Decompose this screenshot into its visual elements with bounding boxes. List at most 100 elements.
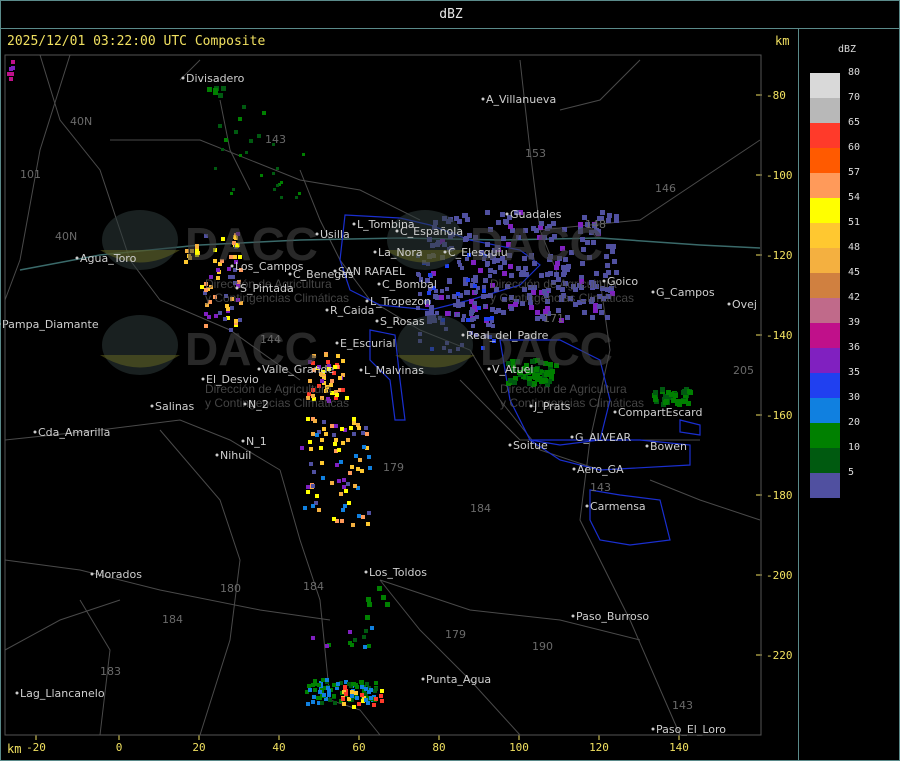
echo-pixel xyxy=(456,299,460,303)
place-marker xyxy=(571,614,575,618)
echo-pixel xyxy=(341,441,345,445)
place-label: Lag_Llancanelo xyxy=(20,687,105,700)
legend-swatch xyxy=(810,98,840,123)
place-label: E_Escurial xyxy=(340,337,396,350)
place-marker xyxy=(325,308,329,312)
radar-map[interactable]: DACCDirección de Agriculturay Contingenc… xyxy=(0,0,900,761)
echo-pixel xyxy=(333,442,337,446)
echo-pixel xyxy=(445,311,450,316)
place-label: S_Rosas xyxy=(380,315,425,328)
echo-pixel xyxy=(352,417,356,421)
echo-pixel xyxy=(365,615,370,620)
legend-swatch xyxy=(810,473,840,498)
place-label: Bowen xyxy=(650,440,687,453)
place-marker xyxy=(365,299,369,303)
echo-pixel xyxy=(362,445,366,449)
place-marker xyxy=(215,453,219,457)
x-tick-label: 40 xyxy=(272,741,285,754)
echo-pixel xyxy=(218,311,222,315)
echo-pixel xyxy=(9,67,13,71)
echo-pixel xyxy=(307,684,311,688)
echo-pixel xyxy=(485,294,489,298)
route-number: 205 xyxy=(733,364,754,377)
echo-pixel xyxy=(223,317,227,321)
echo-pixel xyxy=(611,244,616,249)
legend-swatch xyxy=(810,323,840,348)
echo-pixel xyxy=(600,210,605,215)
echo-pixel xyxy=(599,310,604,315)
echo-pixel xyxy=(306,490,310,494)
echo-pixel xyxy=(214,167,217,170)
echo-pixel xyxy=(317,508,321,512)
echo-pixel xyxy=(364,687,368,691)
echo-pixel xyxy=(262,111,266,115)
legend-swatch xyxy=(810,148,840,173)
echo-pixel xyxy=(607,213,612,218)
echo-pixel xyxy=(232,188,235,191)
echo-pixel xyxy=(276,167,279,170)
echo-pixel xyxy=(473,284,477,288)
place-marker xyxy=(333,269,337,273)
place-label: Aero_GA xyxy=(577,463,624,476)
legend-label: 60 xyxy=(848,142,861,153)
echo-pixel xyxy=(350,694,354,698)
road xyxy=(219,99,251,191)
place-label: Paso_El_Loro xyxy=(656,723,726,736)
echo-pixel xyxy=(238,318,242,322)
echo-pixel xyxy=(594,271,599,276)
echo-pixel xyxy=(681,399,686,404)
echo-pixel xyxy=(342,485,346,489)
echo-pixel xyxy=(343,504,347,508)
echo-pixel xyxy=(334,438,338,442)
echo-pixel xyxy=(333,701,337,705)
place-label: SAN RAFAEL xyxy=(338,265,406,278)
echo-pixel xyxy=(590,315,595,320)
place-label: Nihuil xyxy=(220,449,251,462)
echo-pixel xyxy=(350,690,354,694)
y-tick-label: -160 xyxy=(766,409,793,422)
echo-pixel xyxy=(606,244,611,249)
echo-pixel xyxy=(273,188,276,191)
place-marker xyxy=(201,377,205,381)
echo-pixel xyxy=(527,376,532,381)
echo-pixel xyxy=(230,306,234,310)
place-marker xyxy=(315,232,319,236)
y-tick-label: -220 xyxy=(766,649,793,662)
echo-pixel xyxy=(347,682,351,686)
echo-pixel xyxy=(357,702,361,706)
legend-title: dBZ xyxy=(838,44,857,55)
echo-pixel xyxy=(280,196,283,199)
echo-pixel xyxy=(428,273,432,277)
legend-label: 5 xyxy=(848,467,855,478)
place-marker xyxy=(487,367,491,371)
place-marker xyxy=(352,222,356,226)
echo-pixel xyxy=(660,387,665,392)
place-marker xyxy=(421,677,425,681)
echo-pixel xyxy=(365,432,369,436)
watermark-subtitle: y Contingencias Climáticas xyxy=(490,291,634,305)
plot-frame xyxy=(4,54,762,736)
place-label: N_1 xyxy=(246,435,267,448)
echo-pixel xyxy=(582,310,587,315)
echo-pixel xyxy=(461,318,465,322)
echo-pixel xyxy=(315,494,319,498)
place-label: N_2 xyxy=(248,398,269,411)
echo-pixel xyxy=(380,699,384,703)
echo-pixel xyxy=(204,312,208,316)
legend-label: 70 xyxy=(848,92,861,103)
road xyxy=(4,599,121,651)
echo-pixel xyxy=(535,310,540,315)
place-label: Goico xyxy=(607,275,638,288)
echo-pixel xyxy=(7,72,11,76)
echo-pixel xyxy=(471,309,475,313)
place-marker xyxy=(75,256,79,260)
echo-pixel xyxy=(477,306,481,310)
echo-pixel xyxy=(435,311,439,315)
echo-pixel xyxy=(482,289,486,293)
place-marker xyxy=(243,402,247,406)
district-boundary xyxy=(589,489,671,546)
legend-swatch xyxy=(810,173,840,198)
place-label: V_Atuel xyxy=(492,363,533,376)
legend-label: 10 xyxy=(848,442,861,453)
echo-pixel xyxy=(494,310,498,314)
